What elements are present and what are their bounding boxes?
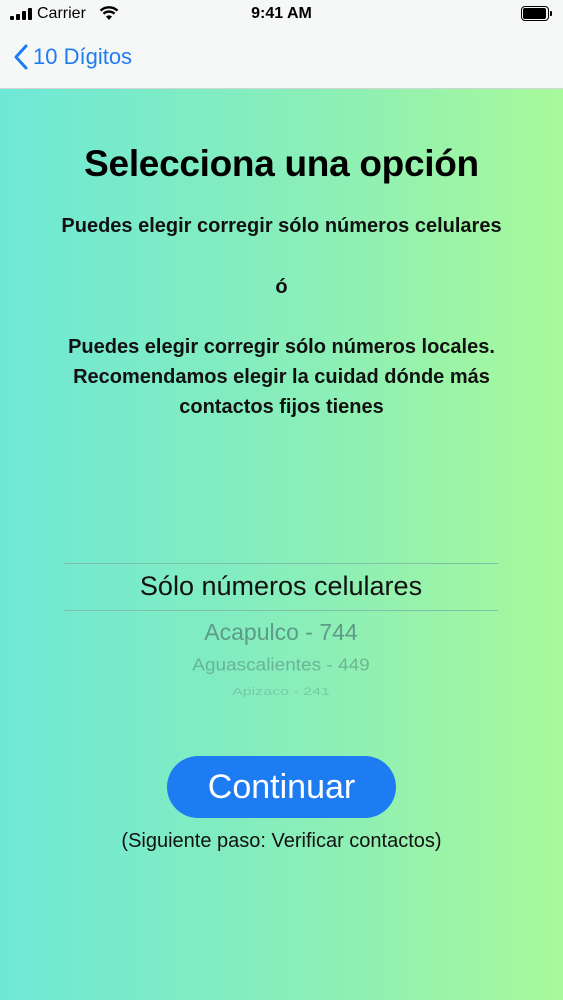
chevron-left-icon (14, 44, 28, 70)
navigation-bar: Carrier 9:41 AM 10 Dígitos (0, 0, 563, 89)
picker-selected-option[interactable]: Sólo números celulares (64, 571, 498, 602)
option2-line-3: contactos fijos tienes (179, 396, 384, 418)
picker-option[interactable]: Apizaco - 241 (64, 686, 498, 699)
back-button[interactable]: 10 Dígitos (14, 40, 132, 74)
battery-icon (521, 6, 553, 21)
status-time: 9:41 AM (251, 5, 312, 22)
picker-option[interactable]: Aguascalientes - 449 (64, 656, 498, 676)
option2-line-2: Recomendamos elegir la cuidad dónde más (73, 366, 490, 388)
option-separator: ó (275, 276, 288, 298)
status-bar: Carrier 9:41 AM (0, 0, 563, 30)
option1-description: Puedes elegir corregir sólo números celu… (61, 215, 502, 237)
option2-line-1: Puedes elegir corregir sólo números loca… (68, 336, 495, 358)
city-picker[interactable]: Sólo números celulares Acapulco - 744 Ag… (64, 563, 498, 713)
next-step-note: (Siguiente paso: Verificar contactos) (121, 830, 442, 852)
picker-bottom-divider (64, 610, 498, 611)
picker-top-divider (64, 563, 498, 564)
picker-option[interactable]: Acapulco - 744 (64, 619, 498, 646)
page-title: Selecciona una opción (84, 143, 479, 184)
back-button-label: 10 Dígitos (33, 44, 133, 69)
continue-button[interactable]: Continuar (167, 756, 396, 818)
